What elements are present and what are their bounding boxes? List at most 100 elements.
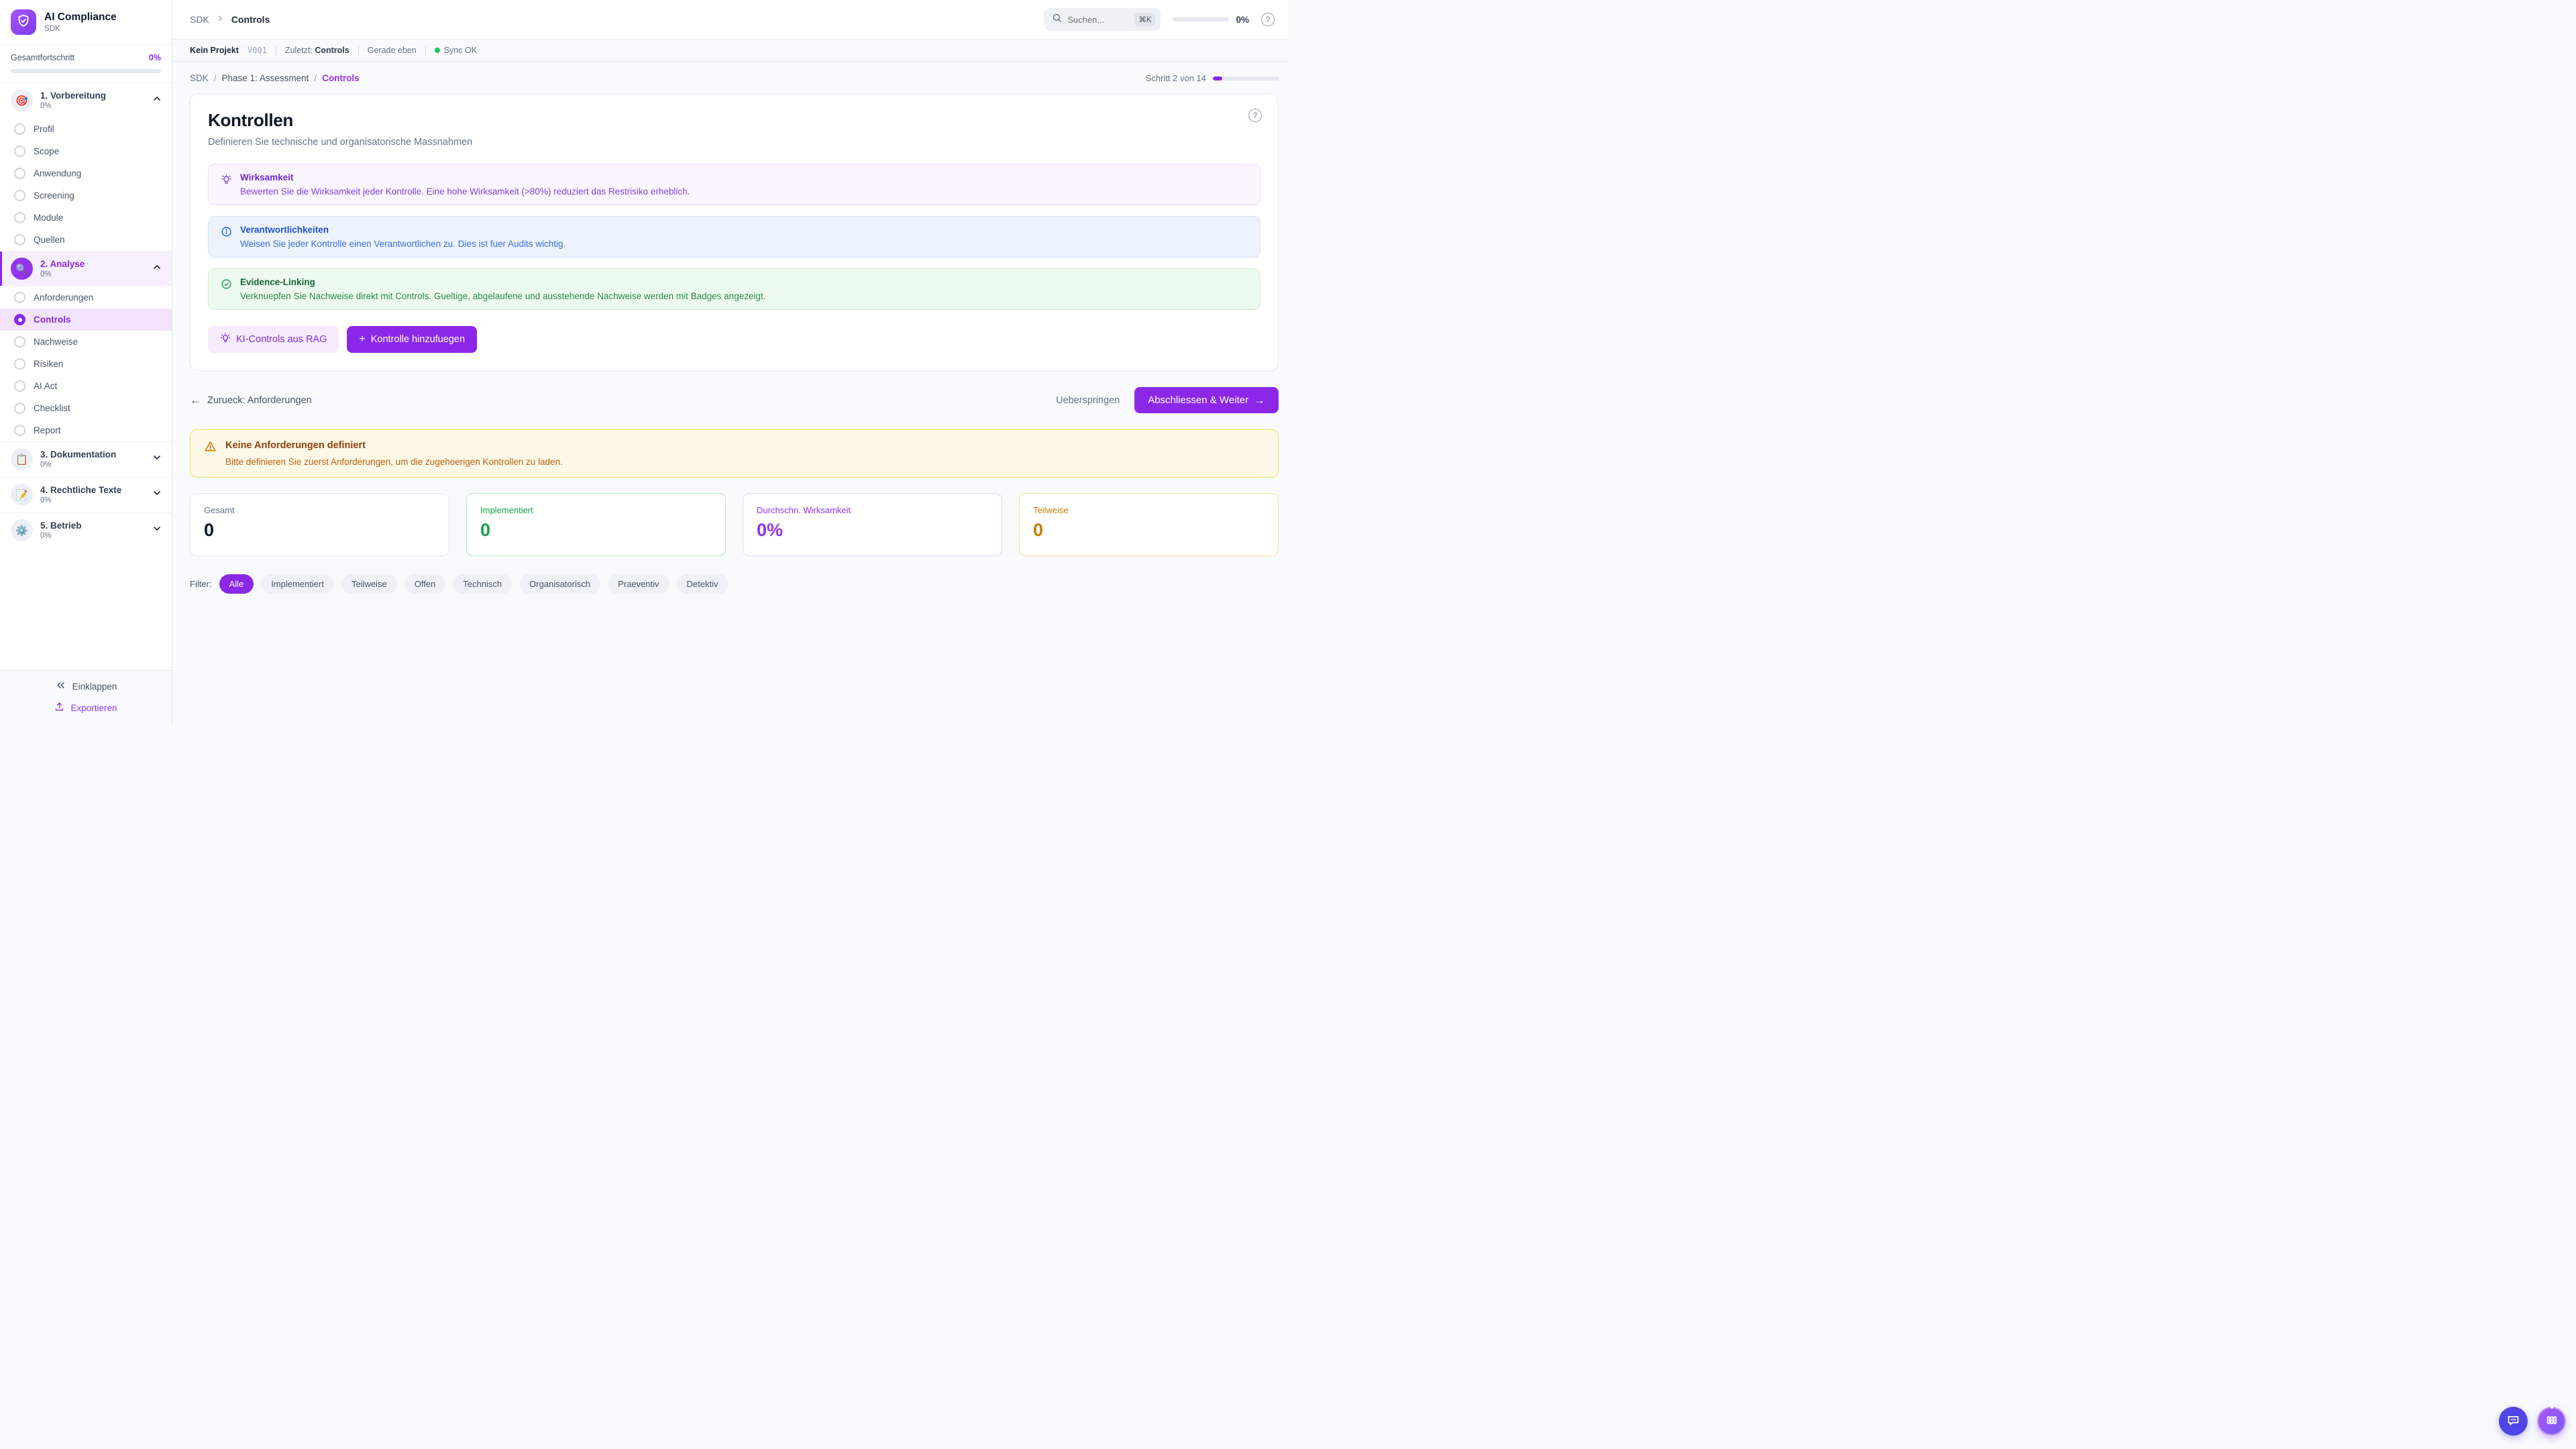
sidebar-item-label: Quellen (34, 235, 65, 245)
sidebar-section-betrieb[interactable]: ⚙️ 5. Betrieb 0% (0, 513, 172, 548)
topbar-progress: 0% (1173, 15, 1249, 25)
sidebar: AI Compliance SDK Gesamtfortschritt 0% 🎯… (0, 0, 172, 724)
filter-chip-praeventiv[interactable]: Praeventiv (608, 574, 669, 594)
stat-card-implementiert: Implementiert 0 (466, 493, 726, 556)
section-progress: 0% (40, 496, 121, 504)
sidebar-item-label: Checklist (34, 403, 70, 413)
page-subtitle: Definieren Sie technische und organisato… (208, 137, 1260, 148)
filter-chip-offen[interactable]: Offen (405, 574, 446, 594)
sidebar-item-ai-act[interactable]: AI Act (0, 375, 172, 397)
stat-card-teilweise: Teilweise 0 (1019, 493, 1279, 556)
sidebar-section-analyse[interactable]: 🔍 2. Analyse 0% (0, 251, 172, 286)
sidebar-section-rechtliche-texte[interactable]: 📝 4. Rechtliche Texte 0% (0, 477, 172, 513)
sidebar-item-profil[interactable]: Profil (0, 118, 172, 140)
floating-buttons (2499, 1407, 2566, 1436)
sidebar-section-vorbereitung[interactable]: 🎯 1. Vorbereitung 0% (0, 83, 172, 118)
radio-selected-icon (14, 314, 25, 325)
warning-triangle-icon (204, 440, 217, 467)
stats-grid: Gesamt 0 Implementiert 0 Durchschn. Wirk… (190, 493, 1279, 556)
tip-verantwortlichkeiten: Verantwortlichkeiten Weisen Sie jeder Ko… (208, 216, 1260, 258)
chevron-down-icon (152, 452, 162, 466)
filter-chip-implementiert[interactable]: Implementiert (261, 574, 334, 594)
back-button[interactable]: ← Zurueck: Anforderungen (190, 394, 312, 406)
keyboard-shortcut-badge: ⌘K (1134, 13, 1155, 26)
app-root: AI Compliance SDK Gesamtfortschritt 0% 🎯… (0, 0, 1288, 724)
stat-label: Gesamt (204, 505, 435, 515)
shield-check-icon (16, 13, 31, 32)
chat-fab-button[interactable] (2499, 1407, 2528, 1436)
topbar-progress-value: 0% (1236, 15, 1249, 25)
sidebar-item-risiken[interactable]: Risiken (0, 353, 172, 375)
card-help-icon[interactable]: ? (1248, 109, 1262, 122)
sidebar-item-anwendung[interactable]: Anwendung (0, 162, 172, 184)
controls-card: ? Kontrollen Definieren Sie technische u… (190, 93, 1279, 371)
sidebar-item-label: Risiken (34, 359, 63, 369)
sidebar-item-label: Scope (34, 146, 59, 156)
tip-text: Bewerten Sie die Wirksamkeit jeder Kontr… (240, 186, 690, 197)
filter-chip-detektiv[interactable]: Detektiv (677, 574, 729, 594)
radio-icon (14, 123, 25, 135)
sidebar-item-scope[interactable]: Scope (0, 140, 172, 162)
stat-value: 0% (757, 520, 988, 541)
skip-button[interactable]: Ueberspringen (1056, 395, 1120, 406)
plus-icon: + (359, 334, 365, 345)
section-label: 5. Betrieb (40, 521, 82, 531)
breadcrumb-phase[interactable]: Phase 1: Assessment (222, 73, 309, 83)
collapse-sidebar-button[interactable]: Einklappen (55, 680, 117, 693)
ai-controls-button[interactable]: KI-Controls aus RAG (208, 326, 339, 353)
sidebar-item-module[interactable]: Module (0, 207, 172, 229)
stat-card-wirksamkeit: Durchschn. Wirksamkeit 0% (743, 493, 1002, 556)
breadcrumb-sdk[interactable]: SDK (190, 73, 209, 83)
section-progress: 0% (40, 461, 116, 469)
app-subtitle: SDK (44, 25, 117, 33)
radio-icon (14, 234, 25, 246)
main-column: SDK Controls ⌘K 0% ? Kein Projekt V001 (172, 0, 1288, 724)
stat-label: Implementiert (480, 505, 712, 515)
filter-chip-alle[interactable]: Alle (219, 574, 254, 594)
warning-title: Keine Anforderungen definiert (225, 440, 563, 451)
check-circle-icon (221, 278, 232, 293)
sidebar-item-checklist[interactable]: Checklist (0, 397, 172, 419)
topbar-progress-bar (1173, 17, 1229, 21)
sidebar-item-nachweise[interactable]: Nachweise (0, 331, 172, 353)
sidebar-item-report[interactable]: Report (0, 419, 172, 441)
breadcrumb-current: Controls (231, 14, 270, 25)
filter-chip-technisch[interactable]: Technisch (453, 574, 512, 594)
filter-chip-teilweise[interactable]: Teilweise (341, 574, 397, 594)
filter-chip-organisatorisch[interactable]: Organisatorisch (519, 574, 600, 594)
sidebar-header: AI Compliance SDK (0, 0, 172, 45)
project-name: Kein Projekt (190, 46, 239, 55)
breadcrumb-separator: / (314, 73, 317, 83)
info-icon (221, 226, 232, 241)
sidebar-item-controls[interactable]: Controls (0, 309, 172, 331)
columns-fab-button[interactable] (2537, 1407, 2566, 1436)
divider (425, 46, 426, 55)
collapse-label: Einklappen (72, 682, 117, 692)
search-box[interactable]: ⌘K (1044, 8, 1161, 31)
filter-label: Filter: (190, 579, 212, 589)
sidebar-item-anforderungen[interactable]: Anforderungen (0, 286, 172, 309)
sidebar-item-screening[interactable]: Screening (0, 184, 172, 207)
status-bar: Kein Projekt V001 Zuletzt: Controls Gera… (172, 40, 1288, 62)
radio-icon (14, 292, 25, 303)
app-logo (11, 9, 36, 35)
search-input[interactable] (1067, 15, 1129, 25)
add-control-button[interactable]: + Kontrolle hinzufuegen (347, 326, 477, 353)
radio-icon (14, 380, 25, 392)
help-icon[interactable]: ? (1261, 13, 1275, 26)
breadcrumb-root[interactable]: SDK (190, 14, 209, 25)
section-label: 1. Vorbereitung (40, 91, 106, 101)
overall-progress: Gesamtfortschritt 0% (0, 45, 172, 83)
columns-icon (2545, 1413, 2559, 1429)
sidebar-item-label: Profil (34, 124, 54, 134)
stat-label: Teilweise (1033, 505, 1265, 515)
sidebar-section-dokumentation[interactable]: 📋 3. Dokumentation 0% (0, 441, 172, 477)
section-label: 3. Dokumentation (40, 449, 116, 460)
export-button[interactable]: Exportieren (54, 702, 117, 714)
clipboard-emoji-icon: 📋 (11, 448, 33, 470)
wizard-nav-row: ← Zurueck: Anforderungen Ueberspringen A… (190, 387, 1279, 413)
sidebar-item-quellen[interactable]: Quellen (0, 229, 172, 251)
finish-next-button[interactable]: Abschliessen & Weiter → (1134, 387, 1279, 413)
magnifier-emoji-icon: 🔍 (11, 258, 33, 280)
sidebar-item-label: Anforderungen (34, 292, 93, 303)
